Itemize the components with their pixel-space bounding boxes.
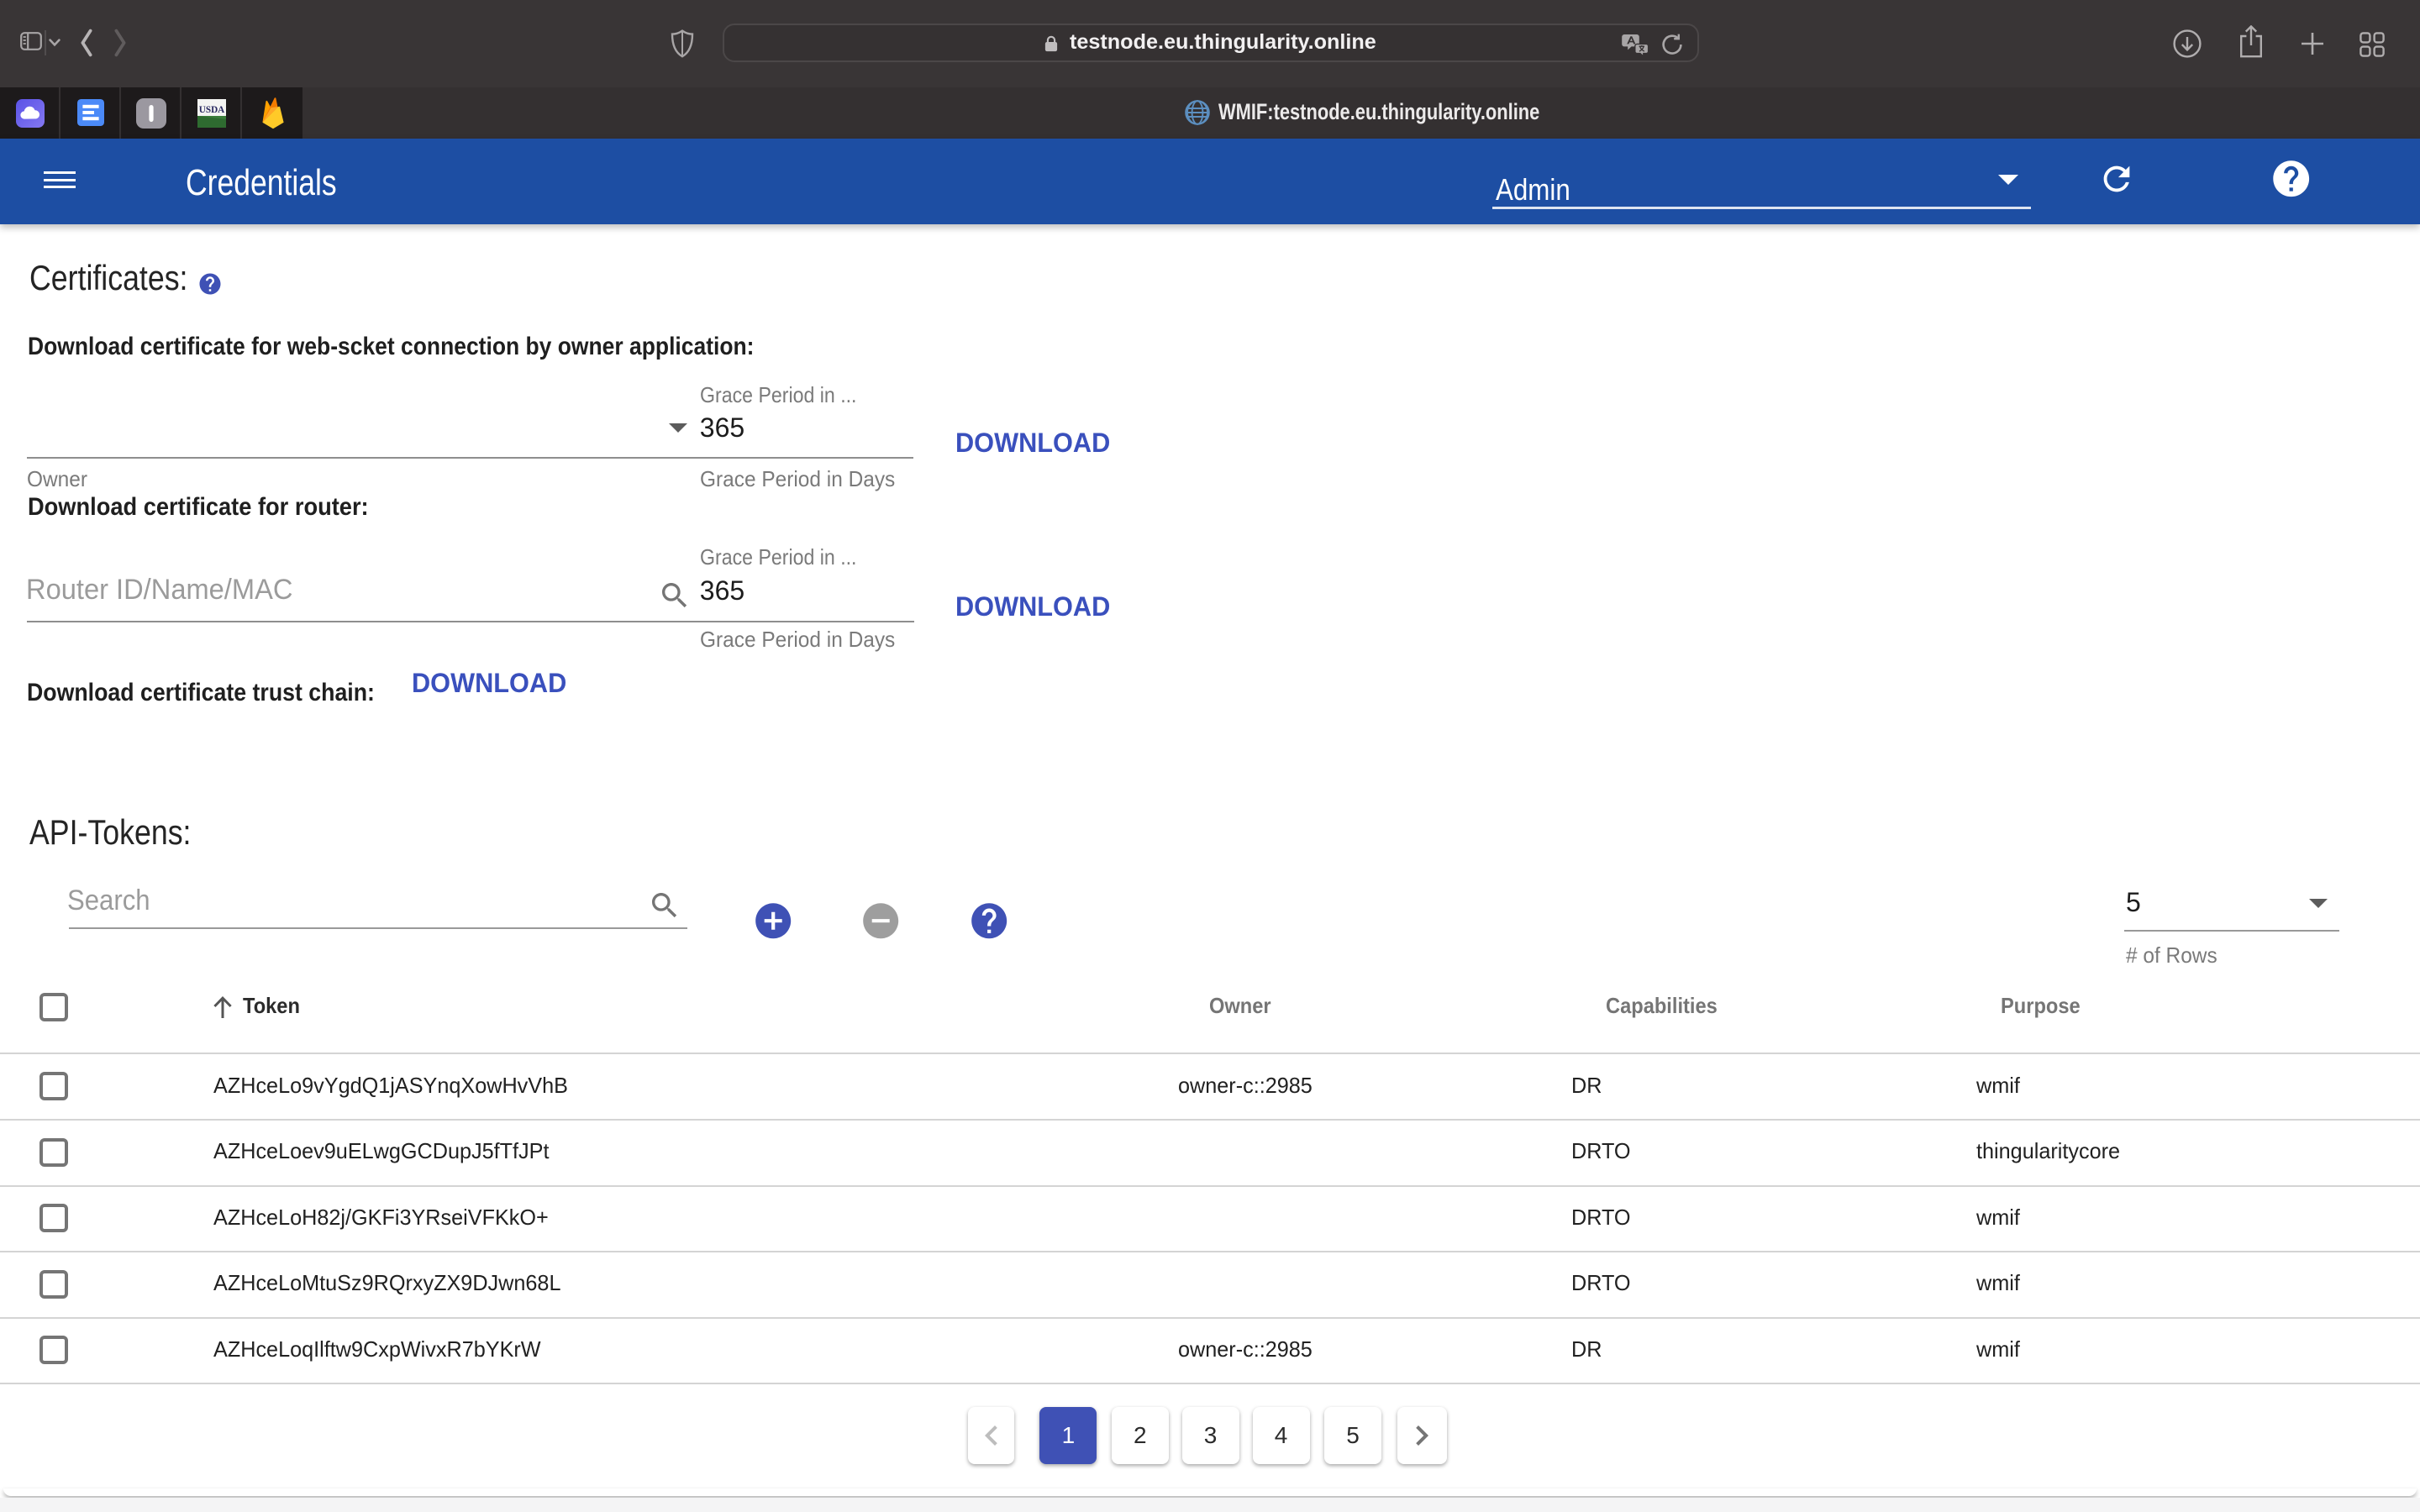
svg-text:USDA: USDA <box>199 105 224 115</box>
